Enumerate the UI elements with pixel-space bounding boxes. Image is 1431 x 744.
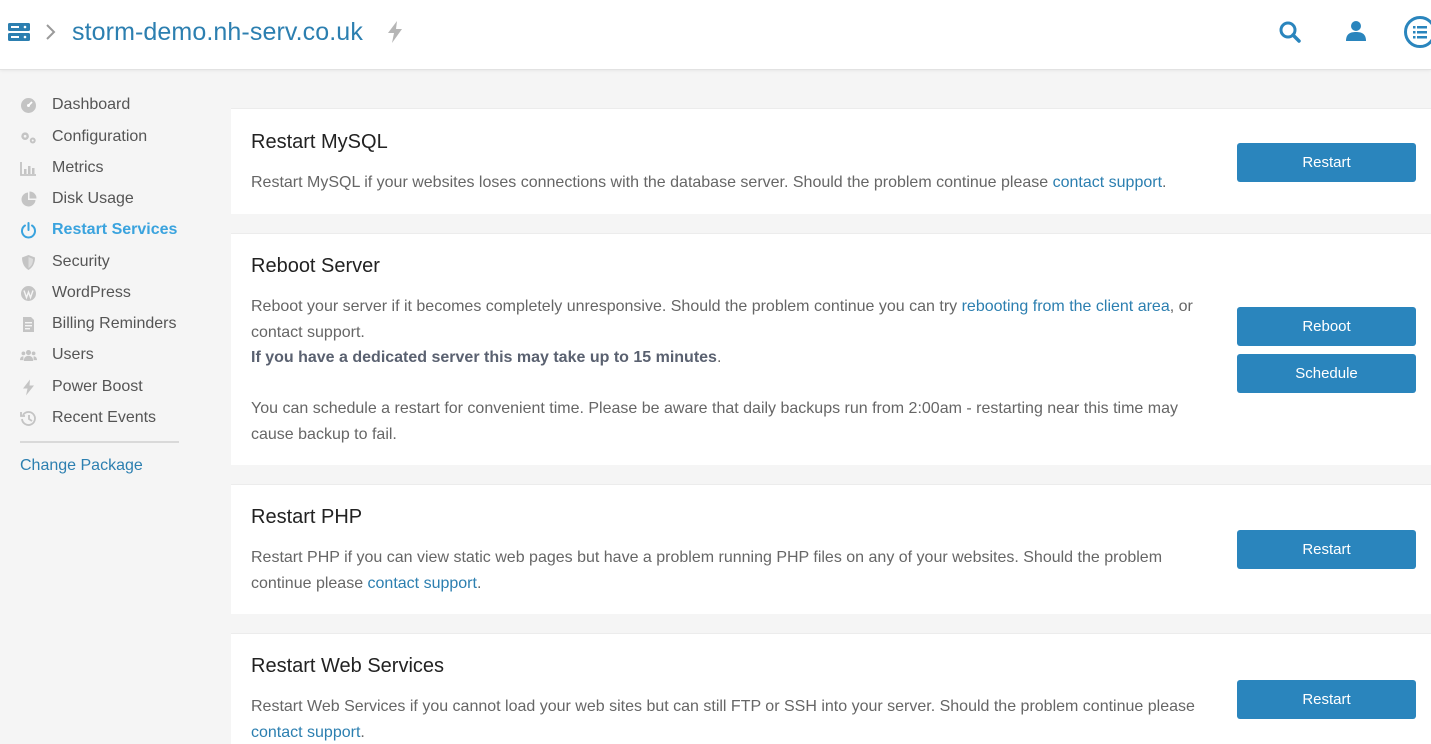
- card-description: Reboot your server if it becomes complet…: [251, 294, 1201, 447]
- sidebar-item-label: WordPress: [52, 284, 131, 301]
- sidebar-divider: [20, 441, 179, 443]
- card-description: Restart MySQL if your websites loses con…: [251, 170, 1201, 196]
- sidebar-item-label: Dashboard: [52, 96, 131, 113]
- power-icon: [20, 221, 37, 239]
- sidebar-item-metrics[interactable]: Metrics: [20, 156, 200, 180]
- users-icon: [20, 347, 37, 364]
- description-text: Restart MySQL if your websites loses con…: [251, 174, 1053, 191]
- reboot-client-area-link[interactable]: rebooting from the client area: [962, 298, 1170, 315]
- change-package-link[interactable]: Change Package: [20, 457, 143, 475]
- pie-icon: [20, 191, 37, 208]
- card-title: Restart Web Services: [251, 655, 445, 677]
- description-text: Restart Web Services if you cannot load …: [251, 698, 1195, 715]
- sidebar-item-label: Restart Services: [52, 221, 178, 238]
- sidebar-item-label: Recent Events: [52, 409, 157, 426]
- list-menu-icon[interactable]: [1403, 15, 1431, 49]
- restart-php-button[interactable]: Restart: [1237, 530, 1416, 569]
- card-description: Restart PHP if you can view static web p…: [251, 545, 1201, 596]
- card-title: Restart MySQL: [251, 131, 388, 153]
- sidebar-item-configuration[interactable]: Configuration: [20, 125, 200, 149]
- sidebar-item-billing-reminders[interactable]: Billing Reminders: [20, 312, 200, 336]
- sidebar-item-power-boost[interactable]: Power Boost: [20, 375, 200, 399]
- restart-web-services-button[interactable]: Restart: [1237, 680, 1416, 719]
- restart-php-card: Restart PHP Restart PHP if you can view …: [231, 484, 1431, 614]
- wordpress-icon: [20, 285, 37, 302]
- reboot-button[interactable]: Reboot: [1237, 307, 1416, 346]
- card-title: Reboot Server: [251, 255, 380, 277]
- reboot-server-card: Reboot Server Reboot your server if it b…: [231, 233, 1431, 465]
- sidebar-item-label: Security: [52, 253, 110, 270]
- bolt-icon: [20, 379, 37, 396]
- sidebar-item-security[interactable]: Security: [20, 250, 200, 274]
- card-description: Restart Web Services if you cannot load …: [251, 694, 1201, 744]
- description-text: .: [1162, 174, 1167, 191]
- description-text: Reboot your server if it becomes complet…: [251, 298, 962, 315]
- sidebar-item-wordpress[interactable]: WordPress: [20, 281, 200, 305]
- contact-support-link[interactable]: contact support: [368, 575, 477, 592]
- sidebar-item-label: Users: [52, 346, 94, 363]
- sidebar: Dashboard Configuration Metrics Disk Usa…: [0, 70, 200, 744]
- card-title: Restart PHP: [251, 506, 363, 528]
- sidebar-item-label: Power Boost: [52, 378, 143, 395]
- restart-mysql-button[interactable]: Restart: [1237, 143, 1416, 182]
- description-text: .: [360, 723, 365, 741]
- restart-mysql-card: Restart MySQL Restart MySQL if your webs…: [231, 108, 1431, 214]
- server-hostname[interactable]: storm-demo.nh-serv.co.uk: [72, 16, 363, 48]
- sidebar-item-label: Billing Reminders: [52, 315, 177, 332]
- dedicated-server-warning: If you have a dedicated server this may …: [251, 349, 717, 366]
- shield-icon: [20, 254, 37, 271]
- schedule-button[interactable]: Schedule: [1237, 354, 1416, 393]
- sidebar-item-users[interactable]: Users: [20, 343, 200, 367]
- sidebar-item-recent-events[interactable]: Recent Events: [20, 406, 200, 430]
- history-icon: [20, 410, 37, 427]
- document-icon: [20, 316, 37, 333]
- sidebar-item-disk-usage[interactable]: Disk Usage: [20, 187, 200, 211]
- chevron-right-icon: [46, 24, 56, 40]
- sidebar-item-dashboard[interactable]: Dashboard: [20, 93, 200, 117]
- sidebar-item-restart-services[interactable]: Restart Services: [20, 218, 200, 242]
- restart-web-services-card: Restart Web Services Restart Web Service…: [231, 633, 1431, 744]
- cogs-icon: [20, 129, 37, 146]
- server-icon[interactable]: [8, 22, 30, 42]
- contact-support-link[interactable]: contact support: [1053, 174, 1162, 191]
- sidebar-item-label: Disk Usage: [52, 190, 134, 207]
- sidebar-item-label: Metrics: [52, 159, 104, 176]
- sidebar-item-label: Configuration: [52, 128, 148, 145]
- contact-support-link[interactable]: contact support: [251, 724, 360, 741]
- top-bar: storm-demo.nh-serv.co.uk: [0, 0, 1431, 70]
- description-text: .: [476, 574, 482, 592]
- description-text: .: [716, 349, 722, 366]
- bolt-icon[interactable]: [386, 21, 404, 43]
- schedule-description: You can schedule a restart for convenien…: [251, 400, 1178, 443]
- search-icon[interactable]: [1278, 20, 1302, 44]
- chart-icon: [20, 160, 37, 177]
- user-icon[interactable]: [1344, 19, 1368, 43]
- dashboard-icon: [20, 97, 37, 114]
